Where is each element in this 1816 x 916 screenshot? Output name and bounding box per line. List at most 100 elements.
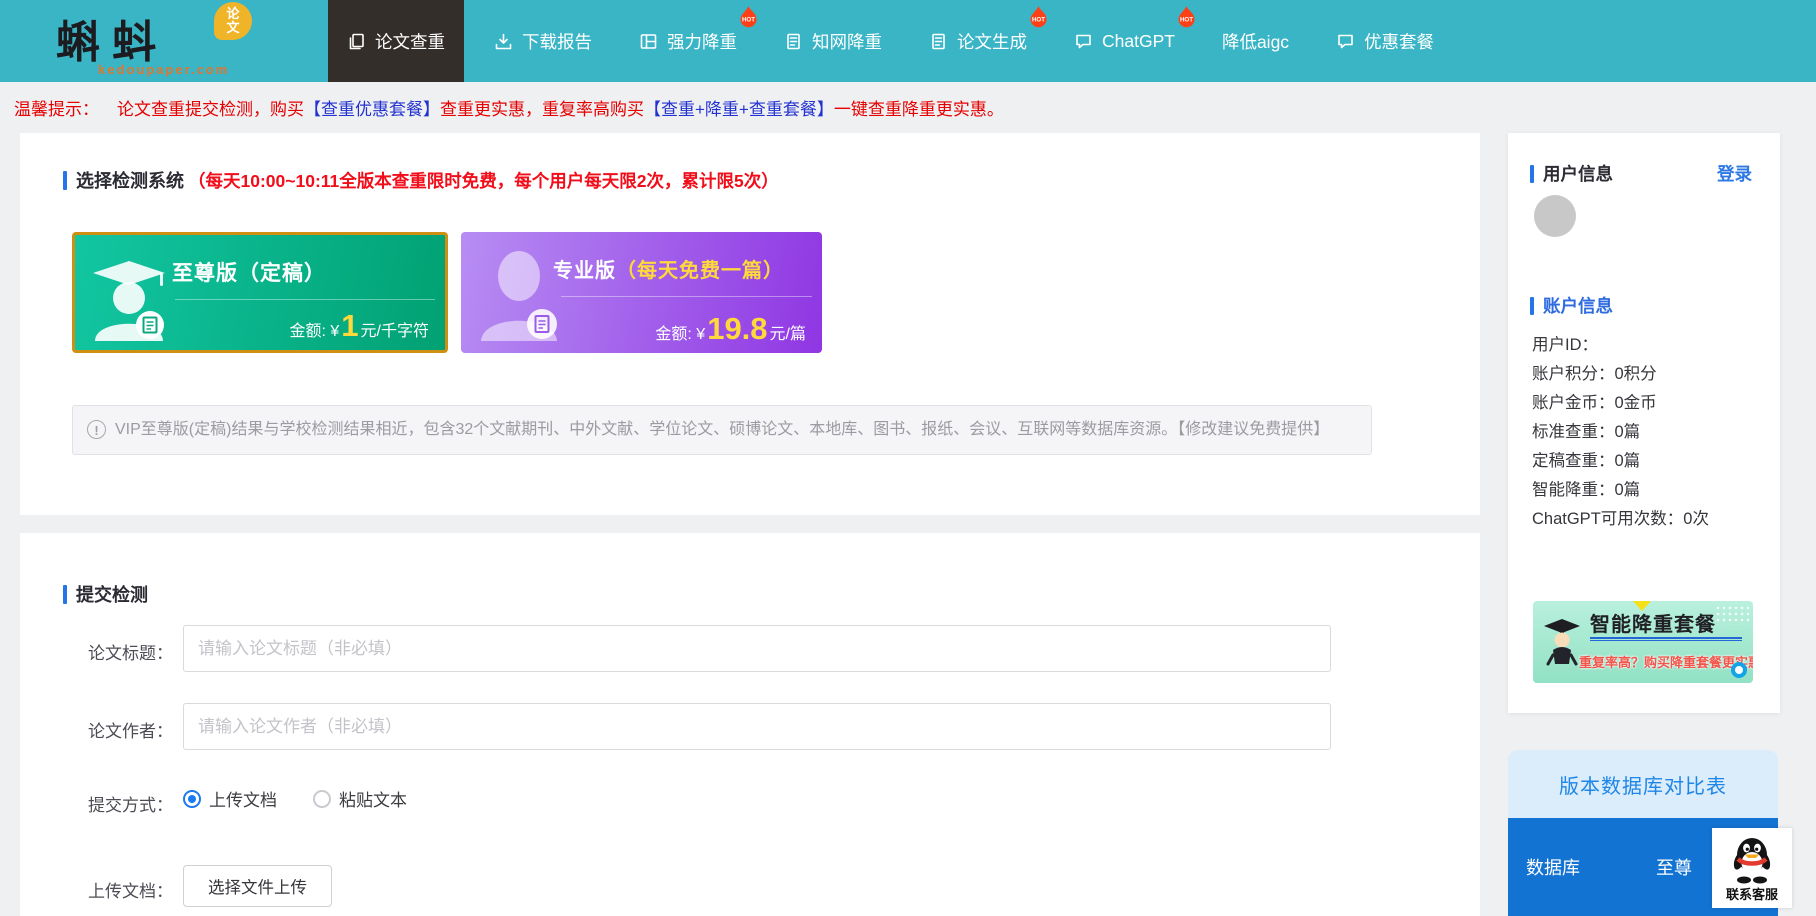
nav-item-label: 优惠套餐 [1364, 29, 1434, 54]
svg-text:HOT: HOT [742, 17, 755, 24]
graduate-person-icon [87, 247, 175, 341]
avatar [1534, 195, 1576, 237]
account-info-heading: 账户信息 [1530, 293, 1613, 318]
card-title-note: （每天免费一篇） [616, 260, 784, 282]
radio-unselected-icon [313, 790, 331, 808]
login-link[interactable]: 登录 [1717, 161, 1752, 186]
system-card-professional[interactable]: 专业版（每天免费一篇） 金额: ¥ 19.8 元/篇 [461, 232, 822, 353]
submit-method-label: 提交方式： [35, 791, 173, 816]
notice-bar: 温馨提示： 论文查重提交检测，购买 【查重优惠套餐】 查重更实惠，重复率高购买 … [0, 82, 1816, 133]
account-row-chatgpt-uses: ChatGPT可用次数：0次 [1532, 505, 1709, 534]
compare-title: 版本数据库对比表 [1508, 750, 1778, 818]
paper-title-label: 论文标题： [35, 639, 173, 664]
nav-item-label: ChatGPT [1102, 31, 1175, 52]
account-row-standard-checks: 标准查重：0篇 [1532, 418, 1709, 447]
grid-icon [639, 32, 658, 51]
nav-item-discount-package[interactable]: 优惠套餐 [1319, 0, 1451, 82]
submit-heading: 提交检测 [63, 581, 148, 607]
heading-text: 选择检测系统 [76, 167, 184, 193]
panel-submit-check: 提交检测 论文标题： 论文作者： 提交方式： 上传文档 粘贴文本 上传文档： 选… [20, 533, 1480, 916]
notice-text: 论文查重提交检测，购买 [117, 95, 304, 120]
account-info-list: 用户ID： 账户积分：0积分 账户金币：0金币 标准查重：0篇 定稿查重：0篇 … [1532, 331, 1709, 534]
site-logo[interactable]: 蝌蚪 论文 kedoupaper.com [46, 0, 276, 82]
notice-link-combo-package[interactable]: 【查重+降重+查重套餐】 [644, 95, 834, 120]
notice-prefix: 温馨提示： [14, 95, 99, 120]
graduate-mascot-icon [1541, 613, 1583, 671]
account-row-coins: 账户金币：0金币 [1532, 389, 1709, 418]
user-info-heading: 用户信息 [1530, 161, 1613, 186]
tip-box: ! VIP至尊版(定稿)结果与学校检测结果相近，包含32个文献期刊、中外文献、学… [72, 405, 1372, 455]
notice-text: 一键查重降重更实惠。 [834, 95, 1004, 120]
banner-subtitle: 重复率高？购买降重套餐更实惠 [1579, 652, 1753, 671]
promo-banner[interactable]: 智能降重套餐 重复率高？购买降重套餐更实惠 [1533, 601, 1753, 683]
nav-item-reduce-aigc[interactable]: 降低aigc [1205, 0, 1306, 82]
logo-speech-bubble-icon: 论文 [214, 2, 252, 40]
radio-paste-text[interactable]: 粘贴文本 [313, 786, 407, 811]
banner-underline [1590, 637, 1742, 641]
select-system-heading: 选择检测系统 （每天10:00~10:11全版本查重限时免费，每个用户每天限2次… [63, 167, 779, 193]
paper-author-label: 论文作者： [35, 717, 173, 742]
card-divider [561, 296, 812, 297]
info-icon: ! [87, 420, 106, 439]
qq-penguin-icon [1728, 834, 1776, 884]
nav-item-label: 强力降重 [667, 29, 737, 54]
logo-wordmark: 蝌蚪 [56, 6, 168, 70]
nav-item-label: 论文查重 [375, 29, 445, 54]
paper-author-field[interactable] [183, 703, 1331, 750]
nav-item-paper-generate[interactable]: 论文生成 HOT [912, 0, 1044, 82]
account-row-userid: 用户ID： [1532, 331, 1709, 360]
nav-item-strong-rewrite[interactable]: 强力降重 HOT [622, 0, 754, 82]
dots-decoration [1715, 605, 1749, 625]
banner-title: 智能降重套餐 [1590, 608, 1716, 637]
svg-text:HOT: HOT [1180, 17, 1193, 24]
download-icon [494, 32, 513, 51]
document-copy-icon [347, 32, 366, 51]
paper-title-field[interactable] [183, 625, 1331, 672]
radio-upload-doc[interactable]: 上传文档 [183, 786, 277, 811]
nav-item-label: 降低aigc [1222, 29, 1289, 54]
nav-item-paper-check[interactable]: 论文查重 [328, 0, 464, 82]
system-card-supreme[interactable]: 至尊版（定稿） 金额: ¥ 1 元/千字符 [72, 232, 448, 353]
card-title: 专业版（每天免费一篇） [553, 254, 784, 283]
logo-domain: kedoupaper.com [98, 62, 229, 77]
chat-bubble-icon [1336, 32, 1355, 51]
notice-link-check-package[interactable]: 【查重优惠套餐】 [304, 95, 440, 120]
nav-item-label: 下载报告 [522, 29, 592, 54]
user-info-panel: 用户信息 登录 账户信息 用户ID： 账户积分：0积分 账户金币：0金币 标准查… [1508, 133, 1780, 713]
nav-item-chatgpt[interactable]: ChatGPT HOT [1057, 0, 1192, 82]
document-icon [784, 32, 803, 51]
person-icon [473, 244, 565, 341]
main-nav: 论文查重 下载报告 强力降重 HOT 知网降重 [328, 0, 1464, 82]
nav-item-label: 知网降重 [812, 29, 882, 54]
radio-selected-icon [183, 790, 201, 808]
price-value: 1 [341, 310, 358, 341]
hot-badge: HOT [1028, 5, 1049, 28]
notice-text: 查重更实惠，重复率高购买 [440, 95, 644, 120]
nav-item-label: 论文生成 [957, 29, 1027, 54]
radio-label: 上传文档 [209, 786, 277, 811]
hot-badge: HOT [738, 5, 759, 28]
price-value: 19.8 [707, 313, 767, 344]
choose-file-button[interactable]: 选择文件上传 [183, 865, 332, 907]
card-divider [175, 299, 435, 300]
heading-bar [1530, 297, 1534, 315]
upload-doc-label: 上传文档： [35, 877, 173, 902]
contact-service-label: 联系客服 [1726, 884, 1778, 903]
circle-decoration [1731, 662, 1747, 678]
radio-label: 粘贴文本 [339, 786, 407, 811]
hot-badge: HOT [1176, 5, 1197, 28]
heading-bar [63, 585, 67, 604]
account-row-final-checks: 定稿查重：0篇 [1532, 447, 1709, 476]
contact-service[interactable]: 联系客服 [1712, 828, 1792, 908]
nav-item-download-report[interactable]: 下载报告 [477, 0, 609, 82]
nav-item-cnki-rewrite[interactable]: 知网降重 [767, 0, 899, 82]
heading-note: （每天10:00~10:11全版本查重限时免费，每个用户每天限2次，累计限5次） [188, 168, 779, 193]
chat-bubble-icon [1074, 32, 1093, 51]
heading-bar [1530, 165, 1534, 183]
account-row-points: 账户积分：0积分 [1532, 360, 1709, 389]
account-row-smart-rewrites: 智能降重：0篇 [1532, 476, 1709, 505]
tip-text: VIP至尊版(定稿)结果与学校检测结果相近，包含32个文献期刊、中外文献、学位论… [115, 417, 1329, 443]
svg-text:HOT: HOT [1032, 17, 1045, 24]
top-navbar: 蝌蚪 论文 kedoupaper.com 论文查重 下载报告 强力降重 HOT [0, 0, 1816, 82]
card-price: 金额: ¥ 19.8 元/篇 [655, 313, 806, 344]
